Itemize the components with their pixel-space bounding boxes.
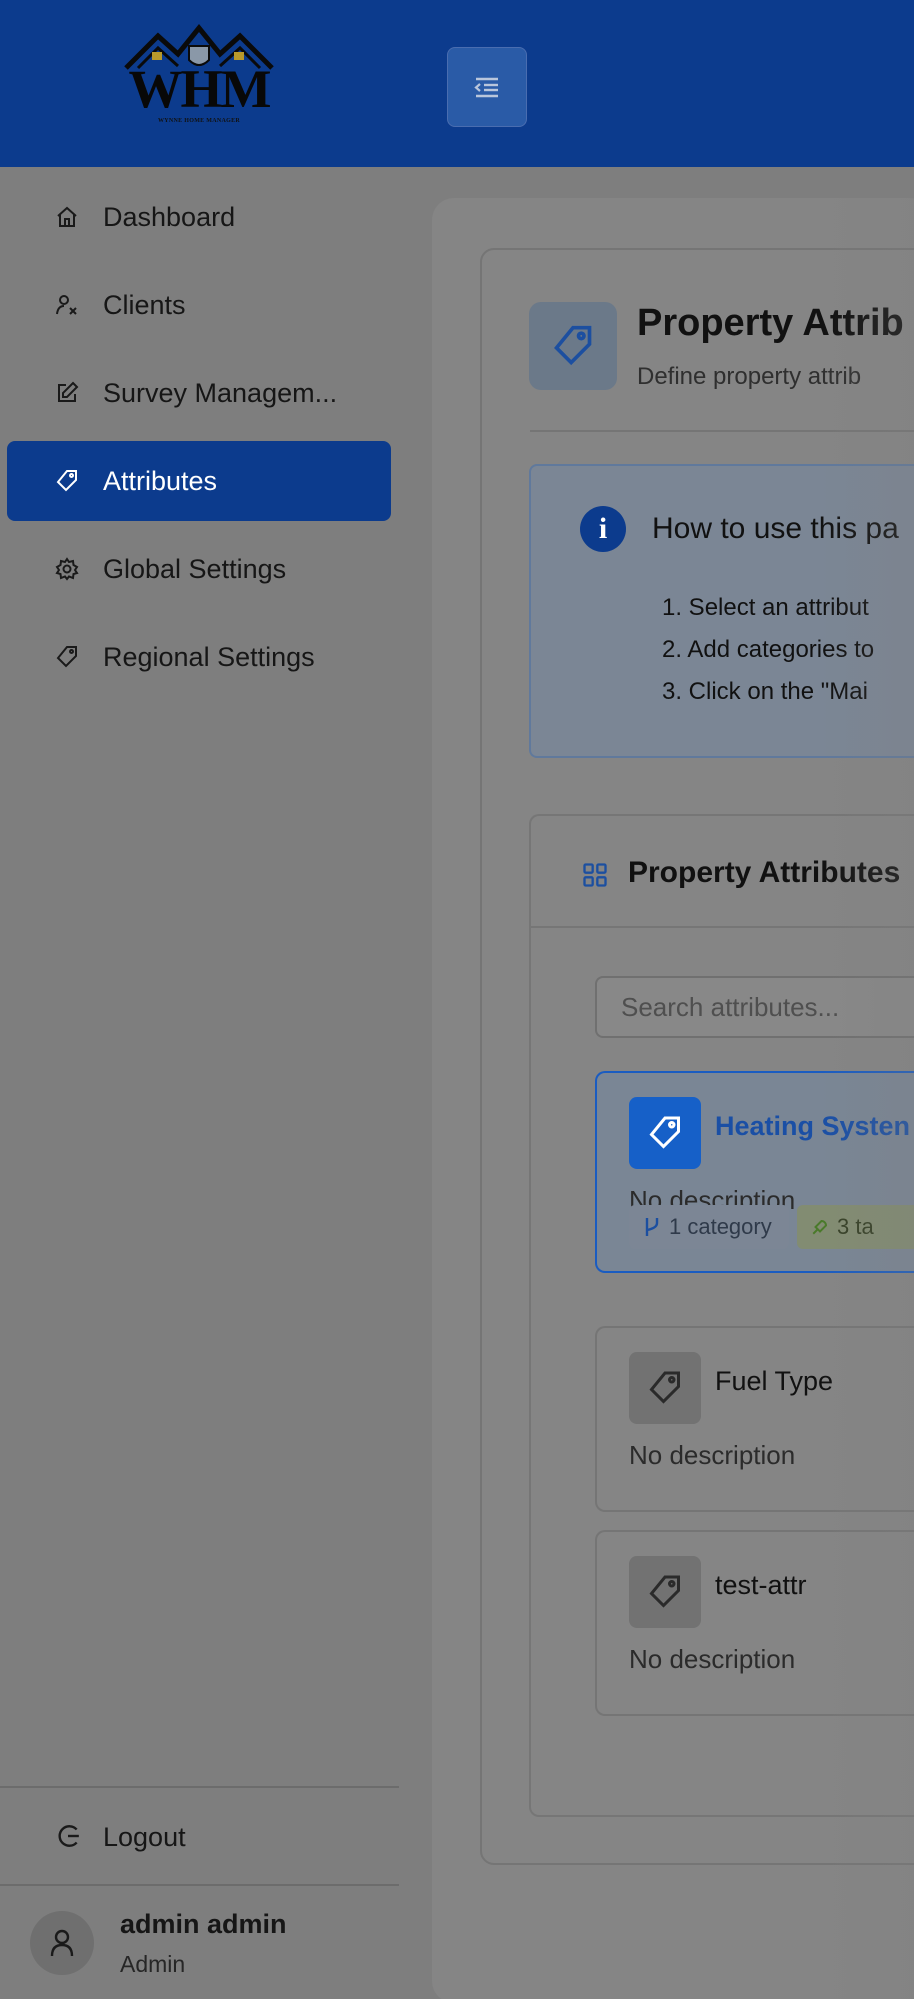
info-step: 2. Add categories to	[662, 636, 875, 663]
sidebar-item-label: Regional Settings	[103, 642, 315, 672]
sidebar-item-label: Dashboard	[103, 202, 236, 232]
tag-icon	[649, 1575, 680, 1608]
sidebar-item-label: Survey Managem...	[103, 378, 338, 408]
attribute-item-test-attr[interactable]: test-attr No description	[595, 1530, 914, 1716]
category-count: 1 category	[669, 1214, 772, 1239]
sidebar-item-clients[interactable]: Clients	[7, 265, 391, 345]
user-icon	[50, 1929, 74, 1957]
user-profile[interactable]: admin admin Admin	[0, 1887, 399, 1999]
tag-count: 3 ta	[837, 1214, 874, 1239]
menu-collapse-icon	[474, 77, 498, 98]
sidebar-item-regional-settings[interactable]: Regional Settings	[7, 617, 391, 697]
attribute-name: test-attr	[715, 1570, 807, 1600]
tag-count-badge: 3 ta	[797, 1205, 914, 1249]
sidebar-divider	[0, 1786, 399, 1788]
sidebar-item-label: Clients	[103, 290, 186, 320]
sidebar-item-attributes[interactable]: Attributes	[7, 441, 391, 521]
logo-tagline: WYNNE HOME MANAGER	[157, 118, 241, 124]
branch-icon	[645, 1218, 659, 1236]
sidebar-divider	[0, 1884, 399, 1886]
sidebar-item-global-settings[interactable]: Global Settings	[7, 529, 391, 609]
user-name: admin admin	[120, 1909, 287, 1939]
page-tag-icon-badge	[529, 302, 617, 390]
logo-wordmark: WHM	[128, 59, 272, 119]
attribute-name: Heating Systen	[715, 1111, 911, 1141]
menu-toggle-button[interactable]	[447, 47, 527, 127]
edit-icon	[58, 381, 79, 402]
header-divider	[530, 430, 914, 432]
home-icon	[57, 206, 77, 227]
attribute-name: Fuel Type	[715, 1366, 834, 1396]
logout-button[interactable]: Logout	[7, 1793, 391, 1881]
category-count-badge: 1 category	[629, 1205, 789, 1249]
list-header-divider	[531, 926, 914, 928]
sidebar-item-dashboard[interactable]: Dashboard	[7, 177, 391, 257]
attribute-description: No description	[629, 1644, 796, 1674]
users-icon	[56, 295, 77, 315]
tag-icon	[56, 646, 77, 668]
brand-logo[interactable]: WHM WYNNE HOME MANAGER	[118, 22, 280, 130]
gear-icon	[55, 557, 79, 581]
sidebar-item-survey-management[interactable]: Survey Managem...	[7, 353, 391, 433]
attribute-item-heating-system[interactable]: Heating Systen No description 1 category…	[595, 1071, 914, 1273]
list-title: Property Attributes	[628, 856, 901, 889]
attribute-description: No description	[629, 1440, 796, 1470]
tag-icon	[554, 325, 592, 366]
info-step: 3. Click on the "Mai	[662, 678, 868, 705]
attribute-icon-badge	[629, 1556, 701, 1628]
attribute-icon-badge	[629, 1097, 701, 1169]
grid-icon	[583, 863, 607, 887]
wrench-icon	[812, 1220, 827, 1235]
tag-icon	[649, 1116, 680, 1149]
avatar	[30, 1911, 94, 1975]
top-header: WHM WYNNE HOME MANAGER	[0, 0, 914, 167]
info-title: How to use this pa	[652, 512, 899, 545]
attribute-item-fuel-type[interactable]: Fuel Type No description	[595, 1326, 914, 1512]
attribute-icon-badge	[629, 1352, 701, 1424]
sidebar-item-label: Global Settings	[103, 554, 287, 584]
search-input[interactable]	[595, 976, 914, 1038]
page-title: Property Attrib	[637, 302, 904, 344]
tag-icon	[56, 470, 77, 492]
sidebar-item-label: Attributes	[103, 466, 218, 496]
user-role: Admin	[120, 1951, 186, 1977]
logout-icon	[58, 1825, 79, 1847]
page-subtitle: Define property attrib	[637, 363, 862, 390]
logout-label: Logout	[103, 1822, 186, 1852]
info-icon: i	[580, 506, 626, 552]
info-step: 1. Select an attribut	[662, 594, 869, 621]
tag-icon	[649, 1371, 680, 1404]
